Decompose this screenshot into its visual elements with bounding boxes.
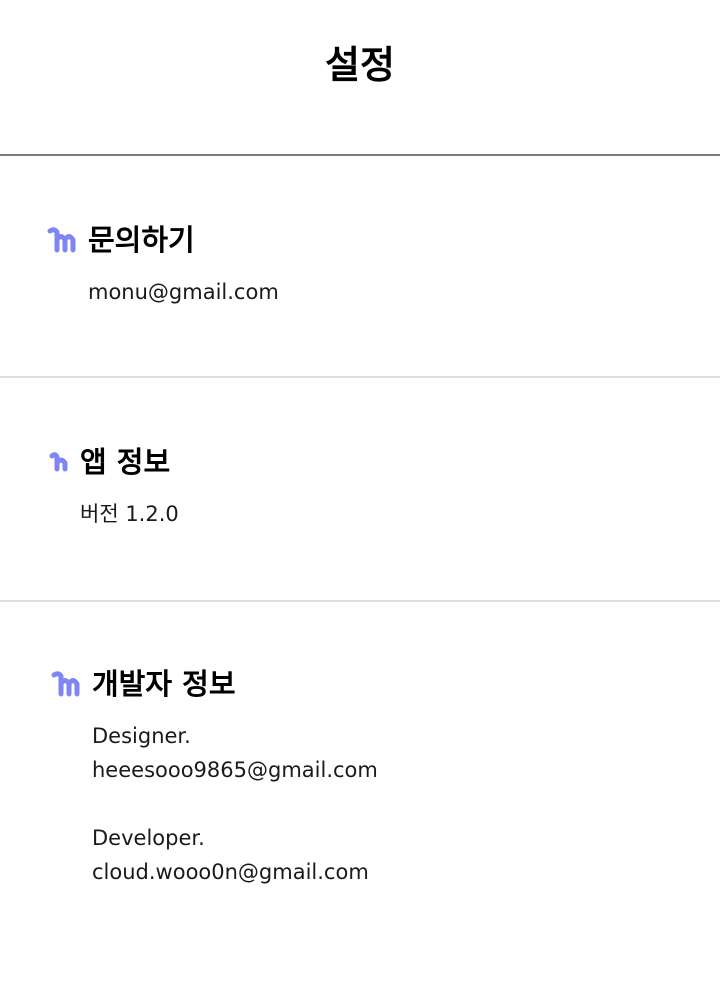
section-app-info: 앱 정보 버전 1.2.0 [0, 378, 720, 600]
mm-logo-icon [46, 226, 78, 254]
section-app-info-title: 앱 정보 [80, 445, 171, 479]
developer-label: Developer. [92, 826, 205, 850]
m-logo-small-icon [48, 451, 69, 473]
section-developer-info-header: 개발자 정보 [50, 662, 236, 706]
app-version-text: 버전 1.2.0 [80, 502, 179, 526]
contact-email-link[interactable]: monu@gmail.com [88, 277, 279, 307]
section-contact-header: 문의하기 [46, 218, 195, 262]
section-developer-info: 개발자 정보 Designer. heeesooo9865@gmail.com … [0, 602, 720, 1000]
designer-email-link[interactable]: heeesooo9865@gmail.com [92, 755, 378, 785]
section-app-info-header: 앱 정보 [48, 440, 170, 484]
designer-label: Designer. [92, 724, 191, 748]
developer-email-link[interactable]: cloud.wooo0n@gmail.com [92, 857, 369, 887]
settings-header: 설정 [0, 0, 720, 156]
section-contact-title: 문의하기 [88, 223, 195, 257]
mm-logo-icon [50, 670, 82, 698]
section-contact: 문의하기 monu@gmail.com [0, 156, 720, 376]
page-title: 설정 [325, 43, 395, 87]
section-developer-info-title: 개발자 정보 [92, 667, 236, 701]
